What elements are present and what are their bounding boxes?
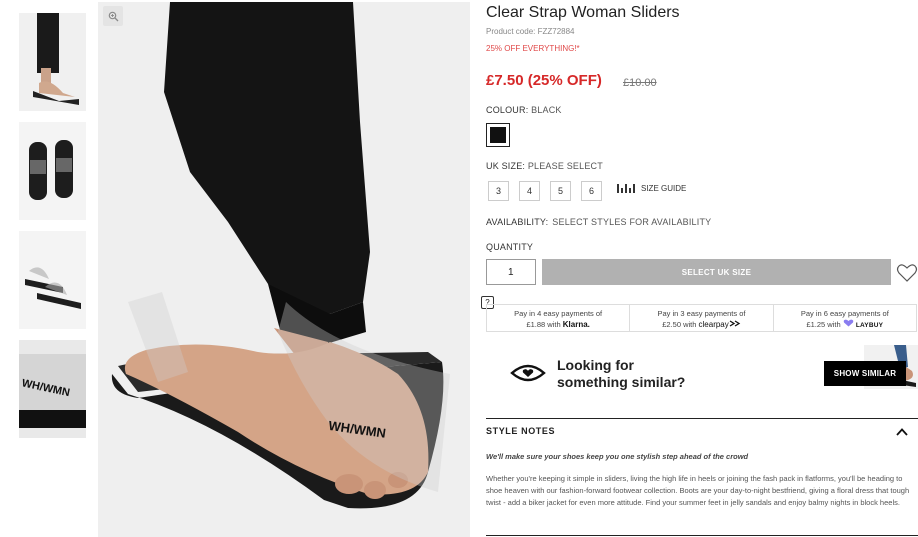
- chevron-up-icon[interactable]: [895, 425, 909, 439]
- payment-laybuy[interactable]: Pay in 6 easy payments of £1.25 with LAY…: [774, 305, 916, 331]
- payment-clearpay[interactable]: Pay in 3 easy payments of £2.50 with cle…: [630, 305, 774, 331]
- thumbnail-gallery: WH/WMN: [19, 13, 86, 449]
- divider: [486, 418, 918, 419]
- thumbnail-3[interactable]: [19, 231, 86, 329]
- quantity-input[interactable]: [486, 259, 536, 285]
- thumbnail-4[interactable]: WH/WMN: [19, 340, 86, 438]
- main-product-image[interactable]: WH/WMN: [98, 2, 470, 537]
- size-option-4[interactable]: 4: [519, 181, 540, 201]
- quantity-label: QUANTITY: [486, 242, 534, 252]
- zoom-icon[interactable]: [103, 6, 123, 26]
- show-similar-button[interactable]: SHOW SIMILAR: [824, 361, 906, 386]
- product-title: Clear Strap Woman Sliders: [486, 4, 680, 21]
- similar-heading: Looking for something similar?: [557, 357, 686, 390]
- size-guide-label: SIZE GUIDE: [641, 184, 687, 193]
- size-label: UK SIZE: PLEASE SELECT: [486, 161, 603, 171]
- size-option-3[interactable]: 3: [488, 181, 509, 201]
- colour-value: BLACK: [531, 105, 562, 115]
- similar-banner: Looking for something similar? SHOW SIMI…: [486, 345, 918, 402]
- thumbnail-2[interactable]: [19, 122, 86, 220]
- style-notes-body: Whether you're keeping it simple in slid…: [486, 474, 910, 507]
- availability: AVAILABILITY: SELECT STYLES FOR AVAILABIL…: [486, 217, 712, 227]
- ruler-icon: [617, 184, 635, 193]
- style-notes-title[interactable]: STYLE NOTES: [486, 426, 555, 436]
- eye-icon: [510, 364, 546, 382]
- promo-text: 25% OFF EVERYTHING!*: [486, 44, 580, 53]
- style-notes-lead: We'll make sure your shoes keep you one …: [486, 452, 749, 461]
- product-code: Product code: FZZ72884: [486, 27, 575, 36]
- payment-klarna[interactable]: Pay in 4 easy payments of £1.88 with Kla…: [487, 305, 631, 331]
- size-option-5[interactable]: 5: [550, 181, 571, 201]
- payment-options: Pay in 4 easy payments of £1.88 with Kla…: [486, 304, 917, 332]
- size-options: 3 4 5 6: [488, 181, 602, 201]
- thumbnail-1[interactable]: [19, 13, 86, 111]
- size-option-6[interactable]: 6: [581, 181, 602, 201]
- colour-label: COLOUR: BLACK: [486, 105, 562, 115]
- laybuy-heart-icon: [843, 319, 854, 327]
- size-value: PLEASE SELECT: [527, 161, 603, 171]
- availability-value: SELECT STYLES FOR AVAILABILITY: [552, 217, 712, 227]
- old-price: £10.00: [623, 77, 657, 89]
- klarna-logo: Klarna.: [562, 320, 590, 329]
- laybuy-logo: LAYBUY: [855, 322, 884, 329]
- size-guide-link[interactable]: SIZE GUIDE: [617, 184, 686, 193]
- current-price: £7.50 (25% OFF): [486, 72, 602, 89]
- clearpay-logo: clearpay: [698, 320, 729, 329]
- colour-swatch-black[interactable]: [486, 123, 510, 147]
- select-size-button[interactable]: SELECT UK SIZE: [542, 259, 891, 285]
- clearpay-arrows-icon: [729, 320, 740, 327]
- heart-icon[interactable]: [896, 262, 918, 284]
- divider: [486, 535, 918, 536]
